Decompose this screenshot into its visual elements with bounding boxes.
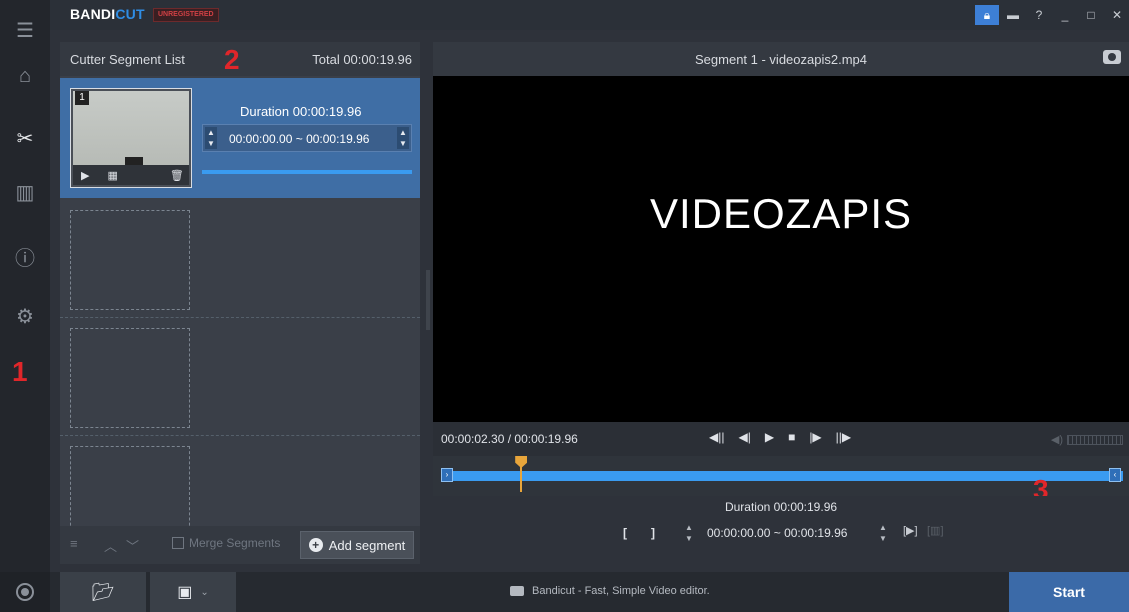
help-icon[interactable]: ? [1027, 5, 1051, 25]
chevron-down-icon: ⌄ [200, 586, 209, 598]
next-keyframe-icon[interactable]: ||▶ [836, 430, 851, 444]
lock-icon[interactable]: 🔒︎ [975, 5, 999, 25]
folder-icon[interactable]: ▬ [1001, 5, 1025, 25]
segment-progress-bar [202, 170, 412, 174]
segment-list-title: Cutter Segment List [70, 52, 185, 67]
message-icon [510, 586, 524, 596]
menu-icon[interactable]: ☰ [0, 10, 50, 50]
end-marker-handle[interactable]: ‹ [1109, 468, 1121, 482]
time-position: 00:00:02.30 / 00:00:19.96 [441, 432, 578, 446]
player-footer: Duration 00:00:19.96 [ ] ▲ ▼ 00:00:00.00 … [433, 496, 1129, 564]
empty-segment-slot [60, 318, 420, 436]
unregistered-badge[interactable]: UNREGISTERED [153, 8, 219, 22]
encoding-mode-icon: ▣ [177, 584, 193, 601]
player-panel: Segment 1 - videozapis2.mp4 VIDEOZAPIS 0… [433, 42, 1129, 564]
thumbnail-toolbar: ▶ ▦ 🗑︎ [73, 165, 189, 185]
panel-splitter[interactable] [426, 270, 430, 330]
joiner-icon[interactable]: ▥ [0, 172, 50, 212]
prev-keyframe-icon[interactable]: ◀|| [709, 430, 724, 444]
record-icon [16, 583, 34, 601]
player-range-text: 00:00:00.00 ~ 00:00:19.96 [707, 526, 848, 540]
camera-icon[interactable] [1103, 50, 1121, 64]
annotation-1: 1 [12, 356, 28, 387]
close-icon[interactable]: ✕ [1105, 5, 1129, 25]
annotation-2: 2 [224, 44, 240, 75]
volume-control[interactable]: ◀) [1051, 433, 1123, 446]
volume-icon[interactable]: ◀) [1051, 433, 1063, 446]
transport-buttons: ◀|| ◀| ▶ ■ |▶ ||▶ [709, 430, 865, 444]
stop-icon[interactable]: ■ [788, 430, 795, 444]
record-button[interactable] [0, 572, 50, 612]
set-start-icon[interactable]: [ [623, 526, 627, 540]
merge-segments-label: Merge Segments [189, 536, 281, 550]
empty-segment-slot [60, 200, 420, 318]
segment-list-header: Cutter Segment List 2 Total 00:00:19.96 [60, 42, 420, 76]
delete-all-icon[interactable]: ≡ [70, 536, 78, 551]
timeline[interactable]: › ‹ 3 [433, 456, 1129, 505]
bottom-bar: 📂︎ ▣ ⌄ Bandicut - Fast, Simple Video edi… [50, 572, 1129, 612]
plus-icon: + [308, 538, 323, 552]
move-down-icon[interactable]: ﹀ [126, 536, 139, 555]
empty-thumbnail [70, 328, 190, 428]
left-rail: ☰ ⌂ ✂ ▥ ⓘ ⚙ 1 [0, 0, 50, 612]
segment-list-footer: ≡ ︿ ﹀ Merge Segments + Add segment [60, 526, 420, 564]
video-preview[interactable]: VIDEOZAPIS [433, 76, 1129, 422]
checkbox-icon [172, 537, 184, 549]
start-button[interactable]: Start [1009, 572, 1129, 612]
open-file-button[interactable]: 📂︎ [60, 572, 146, 612]
window-controls: 🔒︎ ▬ ? _ □ ✕ [973, 0, 1129, 30]
title-bar: BANDICUT UNREGISTERED 🔒︎ ▬ ? _ □ ✕ [50, 0, 1129, 30]
loop-selection-icon[interactable]: [▥] [927, 524, 944, 537]
move-up-icon[interactable]: ︿ [104, 536, 117, 555]
grid-icon[interactable]: ▦ [107, 169, 117, 182]
minimize-icon[interactable]: _ [1053, 5, 1077, 25]
player-time-range[interactable]: ▲ ▼ 00:00:00.00 ~ 00:00:19.96 ▲ ▼ [679, 522, 889, 544]
player-header: Segment 1 - videozapis2.mp4 [433, 42, 1129, 76]
trash-icon[interactable]: 🗑︎ [170, 169, 184, 182]
total-duration: Total 00:00:19.96 [312, 52, 412, 67]
folder-open-icon: 📂︎ [91, 581, 115, 602]
playhead-line [520, 466, 523, 492]
segment-time-range[interactable]: ▲ ▼ 00:00:00.00 ~ 00:00:19.96 ▲ ▼ [202, 124, 412, 152]
add-segment-label: Add segment [328, 537, 406, 553]
end-spinner[interactable]: ▲ ▼ [877, 522, 889, 544]
segment-range-text: 00:00:00.00 ~ 00:00:19.96 [229, 132, 370, 146]
play-selection-icon[interactable]: [▶] [903, 524, 918, 537]
bandicut-window: ☰ ⌂ ✂ ▥ ⓘ ⚙ 1 BANDICUT UNREGISTERED 🔒︎ ▬… [0, 0, 1129, 612]
set-end-icon[interactable]: ] [651, 526, 655, 540]
home-icon[interactable]: ⌂ [0, 56, 50, 96]
start-marker-handle[interactable]: › [441, 468, 453, 482]
start-spinner[interactable]: ▲ ▼ [205, 127, 217, 149]
settings-icon[interactable]: ⚙ [0, 296, 50, 336]
segment-number: 1 [75, 91, 89, 105]
info-icon[interactable]: ⓘ [0, 236, 50, 276]
segment-item[interactable]: 1 ▶ ▦ 🗑︎ Duration 00:00:19.96 ▲ ▼ 00:00:0… [60, 78, 420, 198]
merge-segments-checkbox[interactable]: Merge Segments [172, 536, 280, 550]
player-title: Segment 1 - videozapis2.mp4 [695, 52, 867, 67]
video-frame-text: VIDEOZAPIS [649, 190, 913, 237]
cutter-icon[interactable]: ✂ [0, 118, 50, 158]
playback-controls: 00:00:02.30 / 00:00:19.96 ◀|| ◀| ▶ ■ |▶ … [433, 422, 1129, 456]
add-segment-button[interactable]: + Add segment [300, 531, 414, 559]
status-text: Bandicut - Fast, Simple Video editor. [532, 585, 710, 597]
output-mode-button[interactable]: ▣ ⌄ [150, 572, 236, 612]
segment-duration: Duration 00:00:19.96 [240, 104, 362, 119]
thumbnail-image [73, 91, 189, 165]
empty-thumbnail [70, 210, 190, 310]
player-duration: Duration 00:00:19.96 [724, 500, 838, 514]
end-spinner[interactable]: ▲ ▼ [397, 127, 409, 149]
start-spinner[interactable]: ▲ ▼ [683, 522, 695, 544]
timeline-track[interactable] [443, 471, 1123, 481]
play-icon[interactable]: ▶ [765, 430, 774, 444]
app-logo: BANDICUT [70, 6, 145, 22]
next-frame-icon[interactable]: |▶ [809, 430, 821, 444]
play-icon[interactable]: ▶ [81, 169, 89, 182]
maximize-icon[interactable]: □ [1079, 5, 1103, 25]
empty-segment-slot [60, 436, 420, 546]
segment-list-panel: Cutter Segment List 2 Total 00:00:19.96 … [60, 42, 420, 564]
segment-thumbnail[interactable]: 1 ▶ ▦ 🗑︎ [70, 88, 192, 188]
volume-slider[interactable] [1067, 434, 1123, 445]
prev-frame-icon[interactable]: ◀| [738, 430, 750, 444]
status-message: Bandicut - Fast, Simple Video editor. [510, 585, 710, 597]
